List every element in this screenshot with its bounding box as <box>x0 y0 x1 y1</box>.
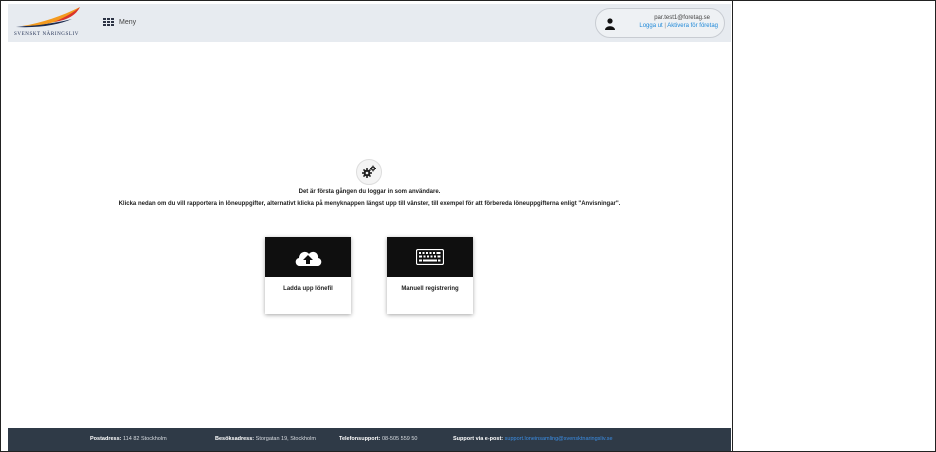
card-header <box>387 237 473 277</box>
keyboard-icon <box>416 249 444 265</box>
user-panel: par.test1@foretag.se Logga ut | Aktivera… <box>595 8 725 38</box>
logo-text: SVENSKT NÄRINGSLIV <box>14 32 80 37</box>
user-links: Logga ut | Aktivera för företag <box>639 23 718 29</box>
footer-phone-support: Telefonsupport: 08-505 559 50 <box>339 436 418 442</box>
link-separator: | <box>664 23 666 29</box>
manual-registration-card[interactable]: Manuell registrering <box>387 237 473 314</box>
top-header: SVENSKT NÄRINGSLIV Meny par.test1@foreta… <box>8 4 731 42</box>
card-header <box>265 237 351 277</box>
gears-icon <box>356 159 382 185</box>
footer: Postadress: 114 82 Stockholm Besöksadres… <box>8 428 731 451</box>
footer-postal-address: Postadress: 114 82 Stockholm <box>90 436 167 442</box>
footer-email-support: Support via e-post: support.loneinsamlin… <box>453 436 613 442</box>
grid-menu-icon <box>103 17 114 27</box>
main-content: Det är första gången du loggar in som an… <box>8 42 731 428</box>
first-login-message: Det är första gången du loggar in som an… <box>298 189 441 195</box>
logout-link[interactable]: Logga ut <box>639 23 662 29</box>
manual-card-label: Manuell registrering <box>401 286 459 292</box>
app-window: SVENSKT NÄRINGSLIV Meny par.test1@foreta… <box>8 4 731 451</box>
upload-card-label: Ladda upp lönefil <box>283 286 333 292</box>
bird-logo-icon <box>16 7 80 28</box>
support-email-link[interactable]: support.loneinsamling@svensktnaringsliv.… <box>505 436 613 442</box>
user-email: par.test1@foretag.se <box>654 15 710 21</box>
upload-salary-file-card[interactable]: Ladda upp lönefil <box>265 237 351 314</box>
menu-label: Meny <box>119 18 137 26</box>
instructions-message: Klicka nedan om du vill rapportera in lö… <box>118 201 621 207</box>
divider-line <box>732 0 733 452</box>
footer-visit-address: Besöksadress: Storgatan 19, Stockholm <box>215 436 316 442</box>
user-icon <box>605 18 615 30</box>
company-logo[interactable]: SVENSKT NÄRINGSLIV <box>14 7 92 39</box>
menu-button[interactable]: Meny <box>103 14 136 30</box>
cloud-upload-icon <box>295 251 322 266</box>
activate-company-link[interactable]: Aktivera för företag <box>667 23 718 29</box>
